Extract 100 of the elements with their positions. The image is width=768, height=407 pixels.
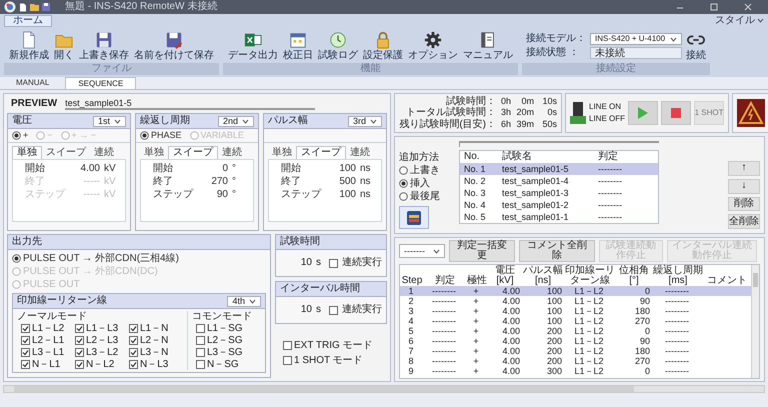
scrollbar[interactable] [751,265,759,378]
floppy-icon[interactable] [42,3,50,11]
checkbox[interactable] [196,336,205,345]
list-button[interactable]: 全削除 [728,214,760,229]
table-cell-text: 300 [546,366,563,376]
table-row[interactable]: 1 -------- + 4.00 100 L1－L2 0 -------- [400,286,751,296]
toolbar-button[interactable]: コメント全削除 [519,240,595,262]
sub-tab[interactable]: スイープ [296,146,346,159]
value-text: 100 [338,190,356,200]
ribbon-button[interactable]: 上書き保存 [78,31,130,61]
checkbox[interactable] [129,336,138,345]
checkbox[interactable] [196,348,205,357]
app-logo-icon[interactable] [4,1,16,13]
column-header: 位相角 [°] [618,266,650,286]
checkbox[interactable] [196,360,205,369]
order-dropdown[interactable]: 3rd [348,116,382,126]
style-menu[interactable]: スタイル [715,16,764,26]
sub-tab[interactable]: 連続 [346,146,374,159]
checkbox[interactable] [75,336,84,345]
list-button[interactable]: 削除 [728,196,760,212]
table-cell-text: -------- [431,306,457,316]
folder-icon[interactable] [30,3,39,11]
table-cell-text: 200 [546,336,563,346]
connect-button[interactable]: 接続 [686,31,706,61]
sub-tab[interactable]: スイープ [168,146,218,159]
document-icon[interactable] [19,2,27,12]
sub-tab[interactable]: 単独 [140,146,168,159]
ribbon-button[interactable]: 名前を付けて保存 [133,31,215,61]
order-dropdown[interactable]: 2nd [218,116,254,126]
checkbox[interactable] [283,341,292,350]
close-icon[interactable] [743,2,753,12]
radio-button[interactable] [399,166,408,175]
mode-tab[interactable]: SEQUENCE [65,77,136,89]
sub-tab[interactable]: 単独 [268,146,296,159]
checkbox[interactable] [21,348,30,357]
status-field: 未接続 [590,47,682,59]
scrollbar[interactable] [3,385,765,393]
column-header: 電圧 [kV] [494,266,516,286]
ribbon-button[interactable]: 設定保護 [362,31,404,61]
mode-tab[interactable]: MANUAL [4,77,62,89]
panel-title: パルス幅 [268,116,308,126]
status-label: LINE ON [589,103,622,111]
table-cell-text: 2 [407,296,414,306]
checkbox-label: N－L3 [140,359,168,370]
checkbox[interactable] [75,324,84,333]
sub-tab[interactable]: 連続 [90,146,118,159]
option-label: PULSE OUT → 外部CDN(三相4線) [23,253,179,264]
checkbox[interactable] [129,360,138,369]
table-cell-text: -------- [664,306,690,316]
checkbox[interactable] [129,324,138,333]
ribbon-button[interactable]: 新規作成 [8,31,50,61]
radio-button[interactable] [140,131,149,140]
ribbon-button[interactable]: 試験ログ [317,31,359,61]
table-cell-text: 180 [634,306,651,316]
radio-button[interactable] [399,192,408,201]
sub-tab[interactable]: スイープ [42,146,90,159]
toolbar-button[interactable]: 判定一括変更 [449,240,515,262]
checkbox[interactable] [21,324,30,333]
checkbox[interactable] [21,360,30,369]
unit-label: s [316,305,321,315]
checkbox[interactable] [21,336,30,345]
checkbox[interactable] [329,258,338,268]
sub-tab[interactable]: 連続 [218,146,246,159]
table-cell-text: 1 [407,286,414,296]
list-row[interactable]: No. 1 test_sample01-5 -------- [460,163,658,175]
order-dropdown[interactable]: 4th [227,296,261,306]
ribbon-button[interactable]: マニュアル [462,31,514,61]
checkbox[interactable] [129,348,138,357]
list-button[interactable]: ↓ [728,178,760,194]
table-cell-text: + [472,306,480,316]
ribbon-button[interactable]: オプション [407,31,459,61]
judgement-dropdown[interactable]: ------- [399,244,445,258]
text-field[interactable] [459,141,659,147]
import-button[interactable] [399,206,429,229]
list-button[interactable]: ↑ [728,161,760,176]
ribbon-tab[interactable]: ホーム [4,14,52,26]
switch-icon[interactable] [570,101,586,125]
stop-button[interactable] [661,101,692,125]
table-cell-text: 200 [546,346,563,356]
model-dropdown[interactable]: INS-S420 + U-4100 [590,33,682,45]
unit-label: s [316,258,321,268]
checkbox[interactable] [75,360,84,369]
sub-tab[interactable]: 単独 [12,146,42,159]
maximize-icon[interactable] [709,2,719,12]
table-cell-text: 4.00 [501,336,521,346]
order-dropdown[interactable]: 1st [92,116,126,126]
checkbox-label: L3－L1 [32,347,64,358]
radio-button[interactable] [399,179,408,188]
radio-button[interactable] [12,131,21,140]
checkbox[interactable] [283,356,292,365]
column-header: 極性 [466,276,488,286]
unit-label: ns [360,190,372,200]
checkbox[interactable] [75,348,84,357]
checkbox[interactable] [196,324,205,333]
ribbon-button[interactable]: データ出力 [227,31,279,61]
ribbon-button[interactable]: 校正日 [282,31,314,61]
table-cell-text: 4.00 [501,316,521,326]
ribbon-button[interactable]: 開く [53,31,75,61]
radio-button[interactable] [12,254,21,263]
checkbox[interactable] [329,306,338,314]
